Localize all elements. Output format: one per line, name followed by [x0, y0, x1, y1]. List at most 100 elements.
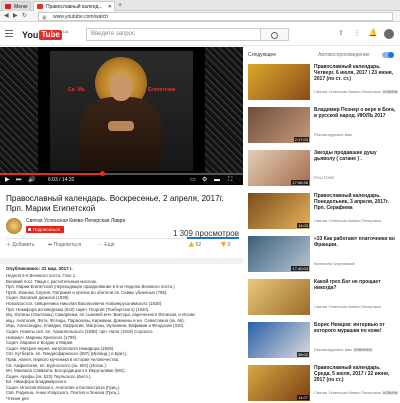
- video-thumbnail[interactable]: 17:06:36: [248, 150, 310, 186]
- action-bar: ＋ Добавить ➦ Поделиться ··· Ещё 👍 52 👎 0: [6, 237, 239, 249]
- video-thumbnail[interactable]: 17:40:03: [248, 236, 310, 272]
- more-label: Ещё: [104, 242, 115, 248]
- description-text: Неделя 5-я Великого поста. Глас 1. Велики…: [6, 273, 239, 402]
- url-field[interactable]: ▣ www.youtube.com/watch: [38, 12, 393, 21]
- next-icon[interactable]: ⏭: [16, 176, 21, 184]
- description-panel: Опубликовано: 31 мар. 2017 г. Неделя 5-я…: [0, 258, 243, 402]
- recommended-meta: Рекомендуемое вам: [314, 132, 398, 137]
- hands: [108, 121, 134, 131]
- video-duration: 17:40:03: [291, 266, 309, 271]
- recommended-channel: Святая Успенская Киево-Печерская: [314, 304, 381, 309]
- dislike-button[interactable]: 👎 0: [220, 241, 230, 249]
- recommended-title[interactable]: Православный календарь. Понедельник, 3 а…: [314, 193, 398, 211]
- video-thumbnail[interactable]: 14:03: [248, 193, 310, 229]
- video-duration: 14:07: [296, 395, 309, 400]
- recommended-title[interactable]: Православный календарь. Четверг, 6 июля,…: [314, 64, 398, 82]
- video-duration: 2:17:03: [293, 137, 309, 142]
- recommended-channel: POLITONE: [314, 175, 335, 180]
- icon-inscription-right: Египетская: [148, 87, 176, 93]
- recommended-meta: Святая Успенская Киево-Печерская НОВИНКА…: [314, 390, 398, 395]
- tab-youtube[interactable]: Православный календ... ✕: [33, 1, 115, 11]
- time-display: 6:03 / 14:32: [48, 177, 75, 183]
- volume-icon[interactable]: 🔊: [28, 176, 35, 184]
- recommended-channel: Святая Успенская Киево-Печерская: [314, 390, 382, 395]
- recommended-meta: Святая Успенская Киево-Печерская НОВИНКА…: [314, 89, 398, 94]
- play-icon[interactable]: ▶: [5, 176, 10, 184]
- settings-icon[interactable]: ⚙: [202, 176, 207, 184]
- video-duration: 14:03: [296, 223, 309, 228]
- recommended-video[interactable]: 2:17:03 Владимир Познер о вере в Бога, в …: [248, 107, 400, 145]
- url-text: www.youtube.com/watch: [53, 14, 109, 20]
- video-thumbnail[interactable]: [248, 279, 310, 315]
- recommended-title[interactable]: Какой грех Бог не прощает никогда?: [314, 279, 398, 291]
- new-tab-icon[interactable]: +: [118, 1, 122, 10]
- recommended-meta: Святая Успенская Киево-Печерская: [314, 304, 398, 309]
- add-to-playlist-button[interactable]: ＋ Добавить: [6, 241, 35, 249]
- recommended-video[interactable]: 17:40:03 «33 Как работают платочники во Ф…: [248, 236, 400, 274]
- reload-icon[interactable]: ↻: [22, 12, 27, 21]
- notifications-icon[interactable]: 🔔: [368, 29, 378, 39]
- tab-label: Православный календ...: [46, 4, 103, 10]
- subtitles-icon[interactable]: ▭: [190, 176, 196, 184]
- header-actions: ⇧ ⋮ 🔔: [336, 29, 394, 39]
- like-ratio-fill: [187, 237, 239, 239]
- recommended-meta: Вячеслав Черновский: [314, 261, 398, 266]
- recommended-channel: Вячеслав Черновский: [314, 261, 355, 266]
- tab-menu[interactable]: Меню: [1, 1, 31, 11]
- fullscreen-icon[interactable]: ⛶: [228, 176, 232, 184]
- subscribe-button[interactable]: Подписаться: [26, 226, 64, 233]
- add-label: Добавить: [12, 242, 35, 248]
- video-title: Православный календарь. Воскресенье, 2 а…: [6, 194, 224, 213]
- like-count: 52: [195, 242, 202, 248]
- avatar[interactable]: [384, 29, 394, 39]
- recommended-video[interactable]: 38:02 Борис Немцов: интервью от которого …: [248, 322, 400, 360]
- video-thumbnail[interactable]: 2:17:03: [248, 107, 310, 143]
- youtube-favicon-icon: [37, 4, 43, 9]
- close-tab-icon[interactable]: ✕: [108, 2, 112, 11]
- search-input[interactable]: Введите запрос: [86, 28, 261, 41]
- share-button[interactable]: ➦ Поделиться: [48, 241, 81, 249]
- recommended-video[interactable]: 14:03 Православный календарь. Понедельник…: [248, 193, 400, 231]
- theater-icon[interactable]: ▬: [214, 176, 220, 184]
- recommended-meta: Святая Успенская Киево-Печерская: [314, 218, 398, 223]
- recommended-title[interactable]: «33 Как работают платочники во Франции.: [314, 236, 398, 248]
- channel-name[interactable]: Святая Успенская Киево-Печерская Лавра: [26, 218, 125, 224]
- logo-tube: Tube: [39, 29, 62, 40]
- opera-menu-icon: [5, 4, 11, 9]
- apps-icon[interactable]: ⋮: [352, 29, 362, 39]
- recommended-title[interactable]: Владимир Познер о вере в Бога, в русской…: [314, 107, 398, 119]
- autoplay-label: Автовоспроизведение: [318, 52, 370, 58]
- address-bar-row: ◀ ▶ ↻ ▣ www.youtube.com/watch: [0, 11, 400, 22]
- recommended-title[interactable]: Звезды продавшие душу дьяволу ( сатане )…: [314, 150, 398, 162]
- recommended-video[interactable]: 17:06:36 Звезды продавшие душу дьяволу ( …: [248, 150, 400, 188]
- browser-tab-bar: Меню Православный календ... ✕ +: [0, 0, 400, 11]
- recommended-video[interactable]: 14:07 Православный календарь. Среда, 5 ию…: [248, 365, 400, 403]
- video-player[interactable]: Св. Ма Египетская ▶ ⏭ 🔊 6:03 / 14:32 ▭ ⚙…: [0, 47, 243, 185]
- video-frame-icon-painting: Св. Ма Египетская: [50, 51, 193, 171]
- new-badge: НОВИНКА!: [352, 348, 373, 352]
- recommended-video[interactable]: Православный календарь. Четверг, 6 июля,…: [248, 64, 400, 102]
- recommended-title[interactable]: Православный календарь. Среда, 5 июля, 2…: [314, 365, 398, 383]
- face: [110, 73, 132, 101]
- guide-menu-icon[interactable]: [5, 30, 13, 37]
- share-label: Поделиться: [53, 242, 82, 248]
- forward-icon[interactable]: ▶: [13, 12, 18, 21]
- autoplay-toggle[interactable]: [382, 52, 394, 58]
- channel-avatar[interactable]: [6, 218, 22, 234]
- scrubber-handle[interactable]: [100, 171, 106, 176]
- back-icon[interactable]: ◀: [4, 12, 9, 21]
- logo-region: UA: [62, 29, 69, 34]
- like-button[interactable]: 👍 52: [188, 241, 201, 249]
- progress-bar[interactable]: [0, 171, 243, 176]
- video-thumbnail[interactable]: 14:07: [248, 365, 310, 401]
- upload-icon[interactable]: ⇧: [336, 29, 346, 39]
- more-button[interactable]: ··· Ещё: [98, 241, 115, 249]
- recommended-video[interactable]: Какой грех Бог не прощает никогда? Святая…: [248, 279, 400, 317]
- video-thumbnail[interactable]: 38:02: [248, 322, 310, 358]
- recommended-title[interactable]: Борис Немцов: интервью от которого мураш…: [314, 322, 398, 334]
- site-info-icon[interactable]: ▣: [42, 14, 47, 22]
- youtube-logo[interactable]: You Tube UA: [22, 29, 68, 40]
- video-thumbnail[interactable]: [248, 64, 310, 100]
- description-line: Чтения дня: [6, 396, 29, 402]
- search-button[interactable]: [261, 28, 289, 41]
